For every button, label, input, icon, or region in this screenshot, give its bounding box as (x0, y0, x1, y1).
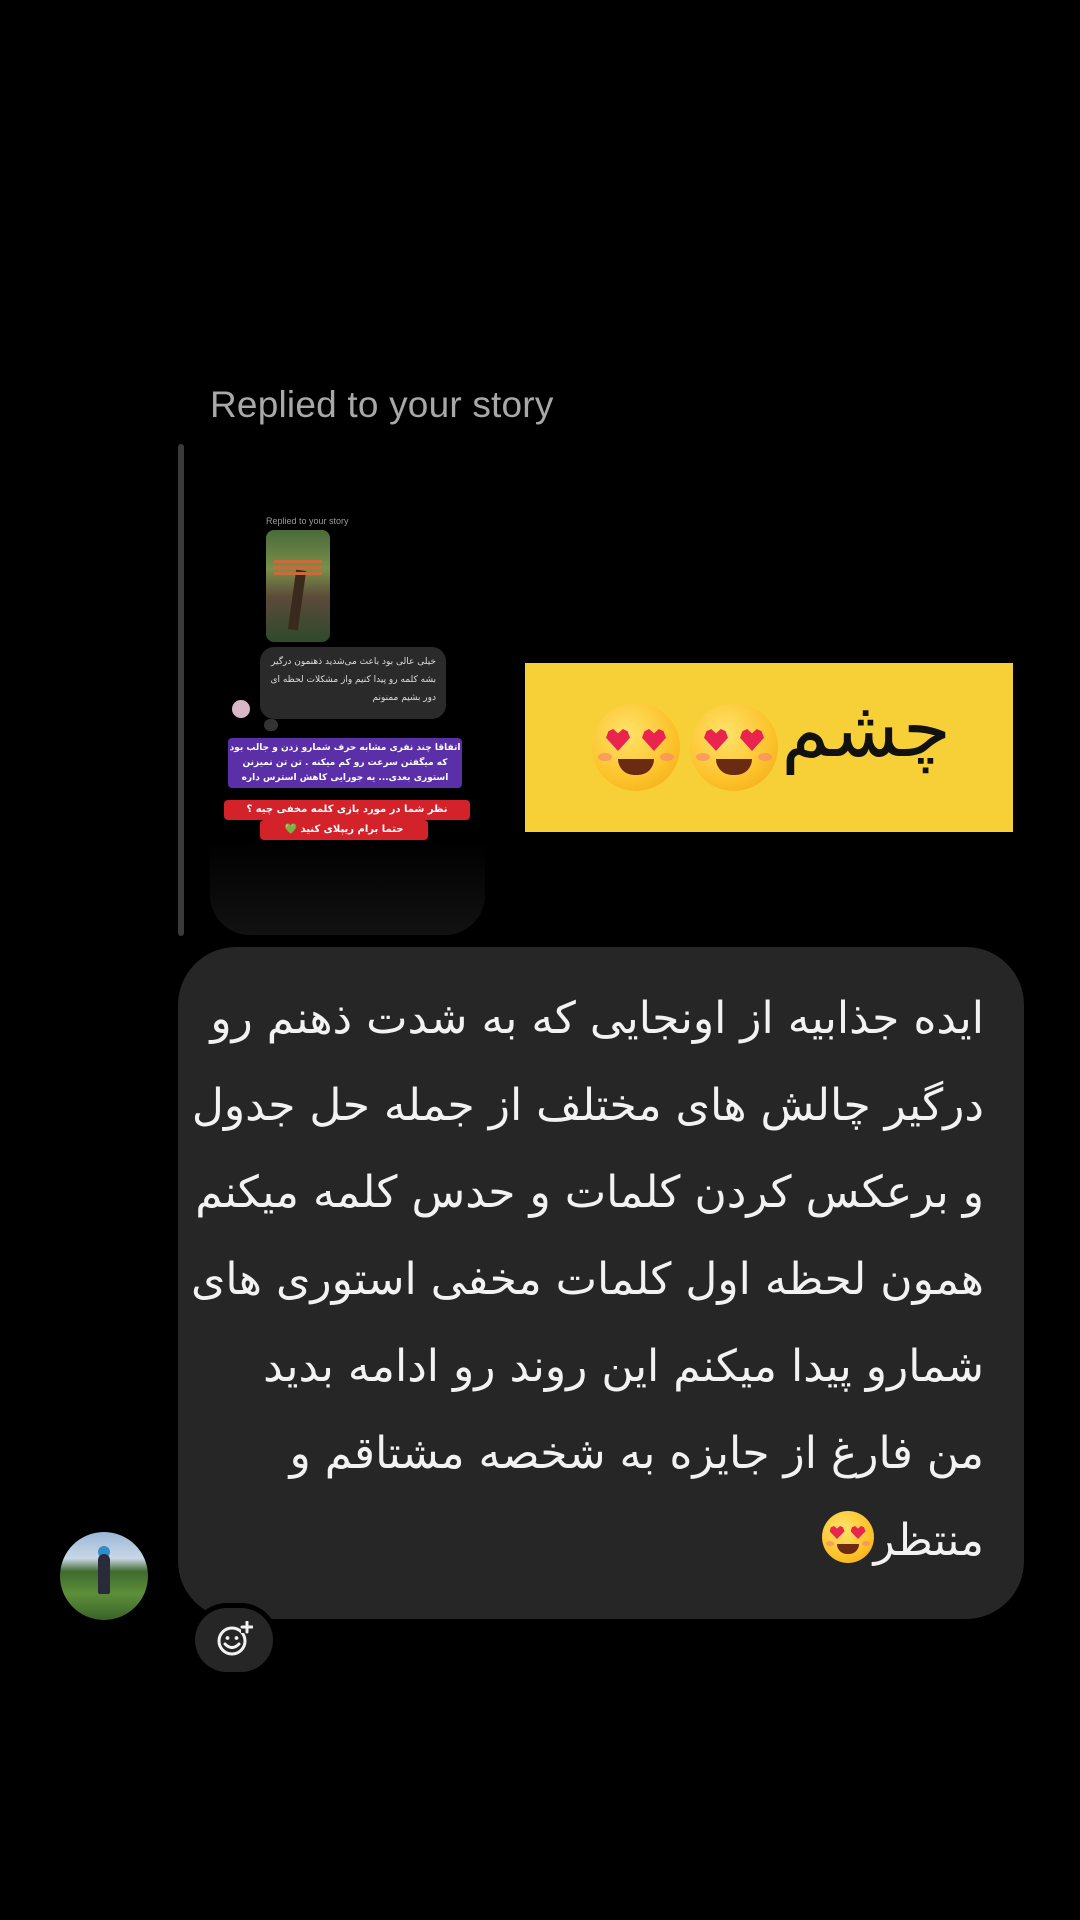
message-line-last: منتظر (204, 1497, 984, 1584)
story-preview-purple-caption: اتفاقا چند نفری مشابه حرف شمارو زدن و جا… (228, 738, 462, 788)
story-preview-react-icon (264, 719, 278, 731)
story-preview-image (266, 530, 330, 642)
heart-eyes-emoji-icon (592, 703, 680, 791)
message-line: شمارو پیدا میکنم این روند رو ادامه بدید (263, 1341, 984, 1392)
story-preview-avatar (232, 700, 250, 718)
yellow-sticker-message[interactable]: چشم (525, 663, 1013, 832)
reply-quote-bar (178, 444, 184, 936)
message-line: ایده جذابیه از اونجایی که به شدت ذهنم رو (210, 993, 984, 1044)
story-preview-red-caption-2: حتما برام ریپلای کنید 💚 (260, 820, 428, 840)
message-text: ایده جذابیه از اونجایی که به شدت ذهنم رو… (190, 975, 984, 1584)
sender-avatar[interactable] (60, 1532, 148, 1620)
story-preview-bubble: خیلی عالی بود باعث می‌شدید ذهنمون درگیر … (260, 647, 446, 719)
story-preview-thumbnail[interactable]: Replied to your story خیلی عالی بود باعث… (210, 470, 485, 935)
message-line: و برعکس کردن کلمات و حدس کلمه میکنم (195, 1167, 984, 1218)
story-preview-header: Replied to your story (266, 516, 349, 526)
heart-eyes-emoji-icon (690, 703, 778, 791)
message-line: همون لحظه اول کلمات مخفی استوری های (190, 1254, 984, 1305)
heart-eyes-emoji-icon (821, 1511, 874, 1563)
replied-to-story-label: Replied to your story (210, 384, 554, 425)
add-reaction-button[interactable] (195, 1608, 273, 1672)
message-line: من فارغ از جایزه به شخصه مشتاقم و (289, 1428, 984, 1479)
message-line: منتظر (873, 1515, 985, 1566)
message-line: درگیر چالش های مختلف از جمله حل جدول (191, 1080, 984, 1131)
story-preview-red-caption-1: نظر شما در مورد بازی کلمه مخفی چیه ؟ (224, 800, 470, 820)
sticker-word: چشم (781, 685, 951, 775)
add-reaction-icon (217, 1621, 253, 1656)
message-bubble[interactable]: ایده جذابیه از اونجایی که به شدت ذهنم رو… (178, 947, 1024, 1619)
